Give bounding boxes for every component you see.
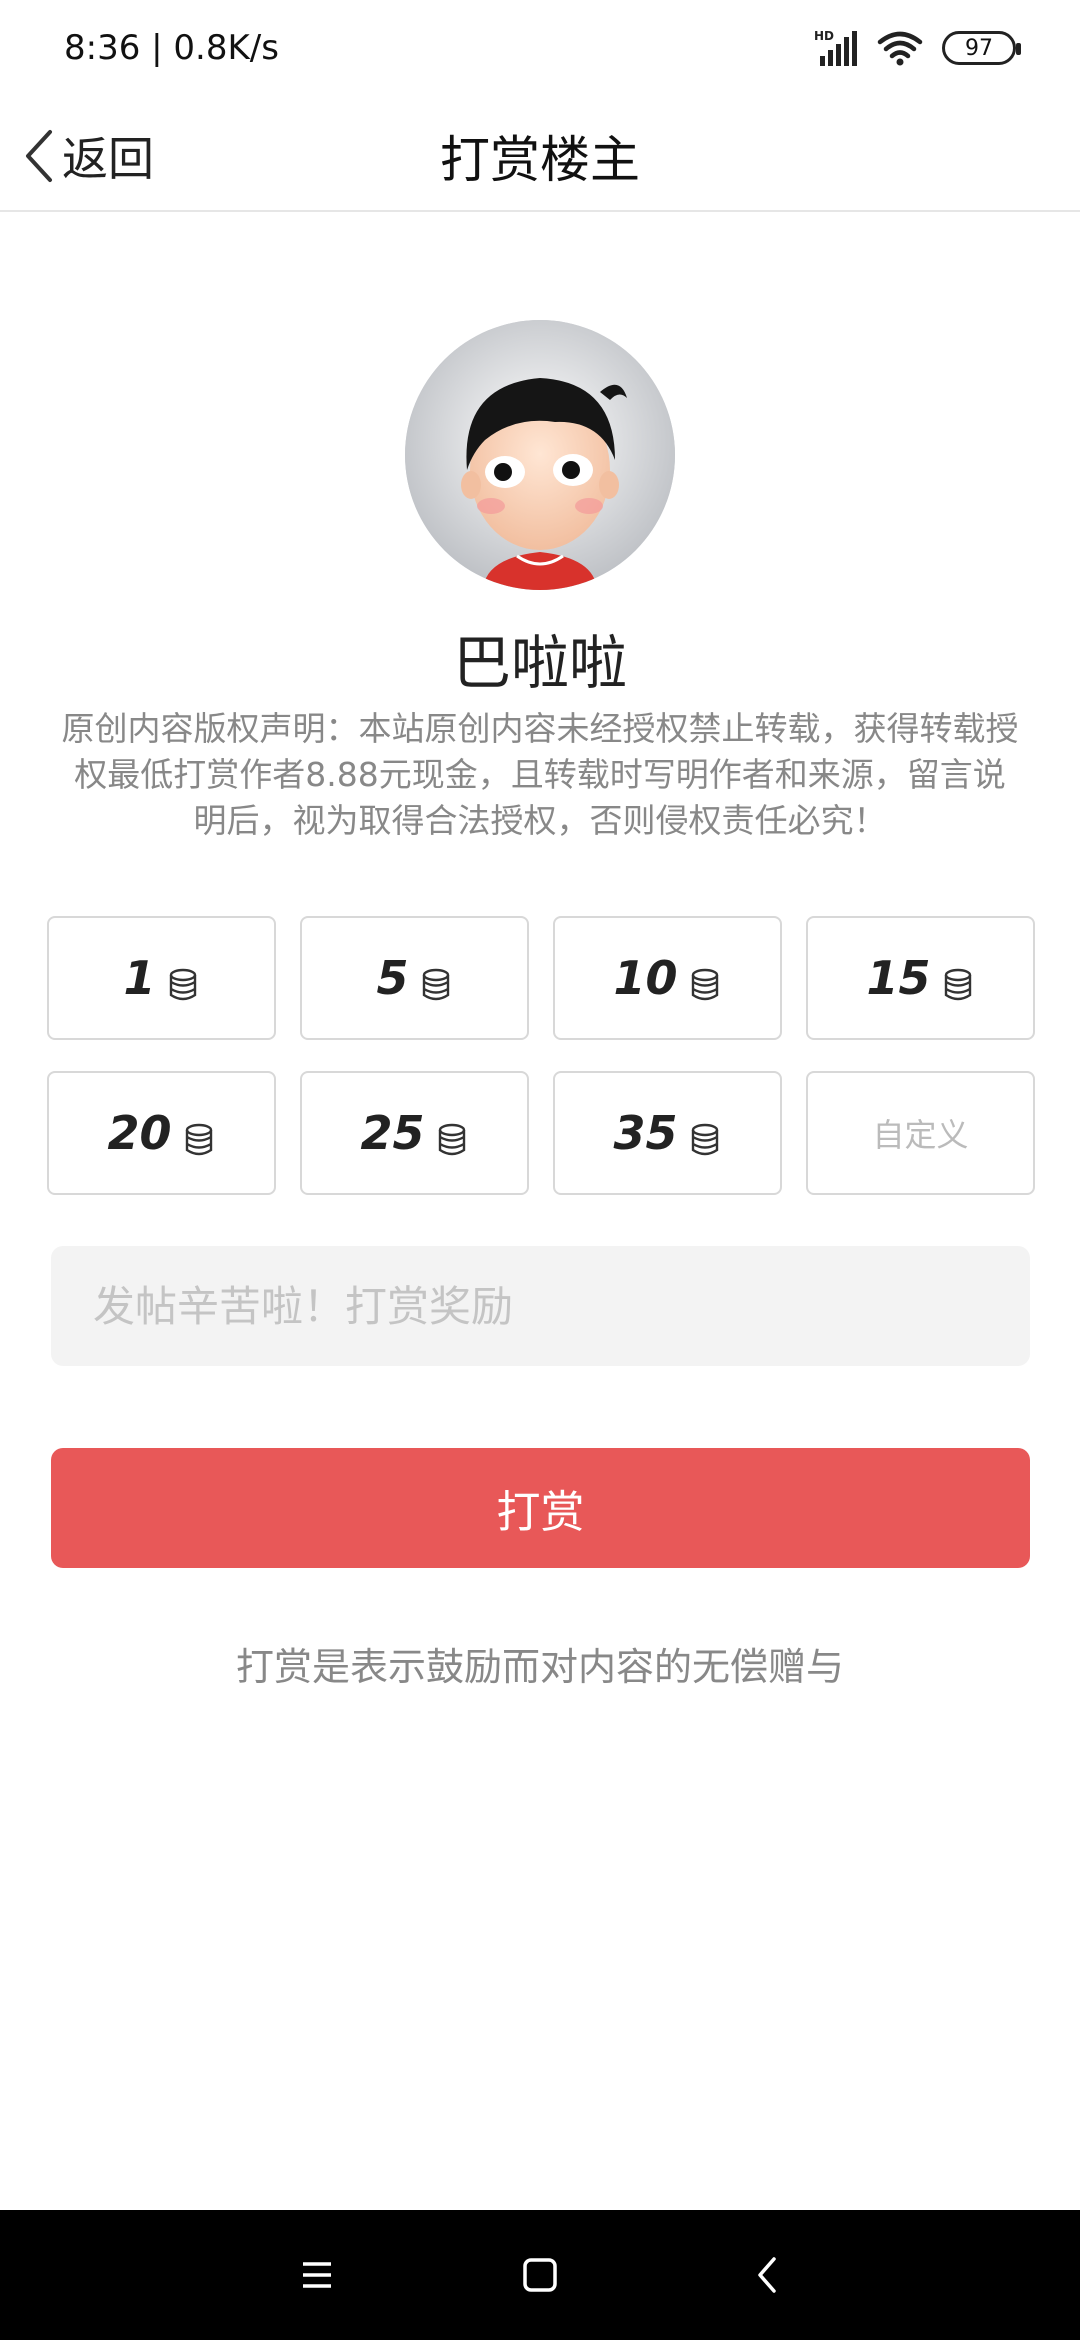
back-nav-icon[interactable] xyxy=(738,2245,798,2305)
page-title: 打赏楼主 xyxy=(440,131,640,189)
coin-stack-icon xyxy=(691,968,718,1001)
amount-option-25[interactable]: 25 xyxy=(300,1071,529,1195)
reward-submit-button[interactable]: 打赏 xyxy=(51,1448,1030,1568)
avatar-cartoon-icon xyxy=(405,320,675,590)
amount-value: 10 xyxy=(613,951,678,1005)
amount-value: 1 xyxy=(123,951,156,1005)
message-input[interactable] xyxy=(51,1246,1030,1366)
footer-note: 打赏是表示鼓励而对内容的无偿赠与 xyxy=(235,1645,844,1689)
menu-icon[interactable] xyxy=(287,2245,347,2305)
coin-stack-icon xyxy=(944,968,971,1001)
hd-signal-icon: HD xyxy=(814,29,857,66)
system-nav-bar xyxy=(0,2210,1080,2340)
battery-level: 97 xyxy=(965,35,993,61)
status-icons: HD 97 xyxy=(814,26,1021,70)
status-time: 8:36 | 0.8K/s xyxy=(64,28,279,68)
coin-stack-icon xyxy=(691,1123,718,1156)
amount-option-35[interactable]: 35 xyxy=(553,1071,782,1195)
nav-bar: 返回 打赏楼主 xyxy=(0,100,1080,212)
custom-amount-label: 自定义 xyxy=(872,1116,969,1154)
amount-option-15[interactable]: 15 xyxy=(806,916,1035,1040)
amount-value: 5 xyxy=(376,951,409,1005)
author-name: 巴啦啦 xyxy=(452,629,627,697)
coin-stack-icon xyxy=(422,968,449,1001)
coin-stack-icon xyxy=(438,1123,465,1156)
svg-text:HD: HD xyxy=(814,29,834,43)
amount-option-10[interactable]: 10 xyxy=(553,916,782,1040)
battery-icon: 97 xyxy=(942,31,1021,65)
coin-stack-icon xyxy=(169,968,196,1001)
home-icon[interactable] xyxy=(510,2245,570,2305)
amount-grid: 1 5 10 15 20 25 35 自定义 xyxy=(47,916,1036,1195)
amount-option-5[interactable]: 5 xyxy=(300,916,529,1040)
amount-option-20[interactable]: 20 xyxy=(47,1071,276,1195)
amount-value: 15 xyxy=(866,951,931,1005)
amount-value: 20 xyxy=(107,1106,172,1160)
amount-option-1[interactable]: 1 xyxy=(47,916,276,1040)
amount-value: 25 xyxy=(360,1106,425,1160)
amount-value: 35 xyxy=(613,1106,678,1160)
copyright-notice: 原创内容版权声明：本站原创内容未经授权禁止转载，获得转载授权最低打赏作者8.88… xyxy=(61,709,1019,840)
avatar xyxy=(405,320,675,590)
coin-stack-icon xyxy=(185,1123,212,1156)
custom-amount-button[interactable]: 自定义 xyxy=(806,1071,1035,1195)
wifi-icon xyxy=(877,31,923,66)
status-bar: 8:36 | 0.8K/s HD 97 xyxy=(0,0,1080,100)
